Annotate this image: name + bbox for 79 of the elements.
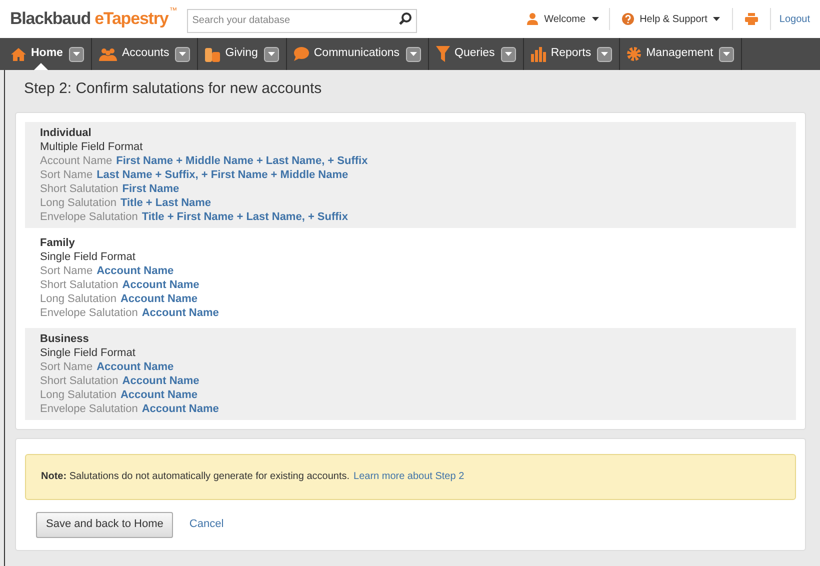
field-value: Account Name [96,264,174,278]
field-label: Envelope Salutation [40,306,138,320]
field-label: Account Name [40,154,112,168]
field-label: Envelope Salutation [40,402,138,416]
caret-icon [72,52,80,56]
speech-bubble-icon [294,47,309,61]
gear-icon [627,47,642,61]
field-label: Sort Name [40,360,93,374]
field-label: Sort Name [40,168,93,182]
section-title: Individual [40,126,92,140]
logout-link[interactable]: Logout [771,12,810,26]
help-icon [622,13,634,25]
logo-text: Blackbaud [10,8,91,30]
dropdown-button[interactable] [500,46,516,62]
welcome-menu[interactable]: Welcome [544,12,586,26]
format-text: Single Field Format [40,346,136,360]
dropdown-button[interactable] [175,46,190,62]
section-title: Business [40,332,90,346]
field-value: Title + First Name + Last Name, + Suffix [142,210,348,224]
caret-icon [713,17,720,21]
field-label: Short Salutation [40,278,118,292]
dropdown-button[interactable] [597,46,612,62]
person-icon [527,13,538,25]
field-value: Account Name [142,402,219,416]
trademark-mark: ™ [169,6,178,16]
selected-notch-icon [34,63,48,70]
dropdown-button[interactable] [406,46,421,62]
logo-accent: eTapestry [94,8,168,30]
field-value: Account Name [122,374,200,388]
bar-chart-icon [530,46,546,62]
search-field[interactable]: Search your database [187,8,418,32]
people-icon [98,48,117,60]
field-value: Last Name + Suffix, + First Name + Middle Name [96,168,348,182]
field-value: First Name [122,182,180,196]
caret-icon [601,52,608,56]
nav-tab[interactable]: Home [11,45,63,63]
nav-tab[interactable]: Reports [530,45,592,63]
learn-more-link[interactable]: Learn more about Step 2 [354,469,464,484]
caret-icon [592,17,599,21]
caret-icon [268,52,275,56]
field-value: Account Name [120,388,198,402]
format-text: Single Field Format [40,250,136,264]
nav-tab[interactable]: Communications [294,45,400,63]
field-label: Envelope Salutation [40,210,138,224]
cancel-link[interactable]: Cancel [189,516,224,533]
save-button[interactable]: Save and back to Home [36,512,174,538]
page-title: Step 2: Confirm salutations for new accounts [23,79,323,99]
dropdown-button[interactable] [68,46,84,62]
field-value: First Name + Middle Name + Last Name, + Suffix [116,154,368,168]
printer-icon[interactable] [745,13,758,25]
caret-icon [723,52,730,56]
field-value: Account Name [142,306,219,320]
coins-icon [205,46,220,62]
search-icon [399,12,412,25]
nav-tab[interactable]: Queries [436,45,495,63]
dropdown-button[interactable] [719,46,734,62]
section-title: Family [40,236,76,250]
house-icon [11,48,26,60]
note-text: Note: Salutations do not automatically generate for existing accounts. [41,470,350,484]
field-label: Sort Name [40,264,93,278]
field-label: Long Salutation [40,388,116,402]
format-text: Multiple Field Format [40,140,144,154]
nav-tab[interactable]: Giving [205,45,258,63]
field-value: Title + Last Name [120,196,212,210]
caret-icon [504,52,512,56]
field-label: Long Salutation [40,292,116,306]
nav-tab[interactable]: Accounts [98,45,170,63]
field-label: Long Salutation [40,196,116,210]
field-value: Account Name [96,360,174,374]
caret-icon [410,52,417,56]
nav-tab[interactable]: Management [627,45,714,63]
field-label: Short Salutation [40,374,118,388]
field-value: Account Name [122,278,200,292]
funnel-icon [436,46,450,62]
field-value: Account Name [120,292,198,306]
help-menu[interactable]: Help & Support [640,12,708,26]
caret-icon [179,52,186,56]
field-label: Short Salutation [40,182,118,196]
dropdown-button[interactable] [264,46,279,62]
